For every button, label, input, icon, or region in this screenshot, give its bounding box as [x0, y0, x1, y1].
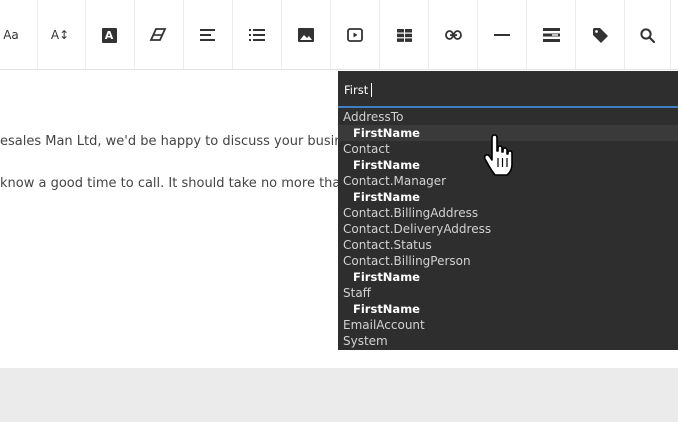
- toolbar-divider: [134, 0, 135, 69]
- align-left-icon: [200, 29, 215, 41]
- font-size-icon: Aa: [3, 28, 19, 42]
- merge-field-icon: [542, 28, 560, 42]
- toolbar-divider: [85, 0, 86, 69]
- image-icon: [298, 28, 314, 42]
- list-item[interactable]: AddressTo: [338, 109, 678, 125]
- list-item[interactable]: FirstName: [338, 301, 678, 317]
- toolbar-divider: [330, 0, 331, 69]
- list-button[interactable]: [245, 22, 269, 48]
- list-item[interactable]: FirstName: [338, 269, 678, 285]
- editor-text-line: esales Man Ltd, we'd be happy to discuss…: [0, 134, 343, 149]
- toolbar-divider: [624, 0, 625, 69]
- eraser-icon: [149, 28, 167, 41]
- tag-button[interactable]: [588, 22, 612, 48]
- hand-cursor-icon: [483, 134, 513, 176]
- editor-toolbar: Aa A↕ A: [0, 0, 678, 70]
- search-icon: [639, 27, 655, 43]
- align-button[interactable]: [196, 22, 220, 48]
- horizontal-line-icon: [494, 34, 510, 36]
- line-height-icon: A↕: [50, 28, 70, 42]
- line-height-button[interactable]: A↕: [47, 22, 73, 48]
- table-icon: [396, 28, 412, 42]
- toolbar-divider: [575, 0, 576, 69]
- list-item[interactable]: FirstName: [338, 189, 678, 205]
- toolbar-divider: [670, 0, 671, 69]
- list-item[interactable]: Contact.BillingPerson: [338, 253, 678, 269]
- toolbar-divider: [379, 0, 380, 69]
- text-color-button[interactable]: A: [98, 22, 120, 48]
- editor-text-line: know a good time to call. It should take…: [0, 176, 341, 191]
- toolbar-divider: [37, 0, 38, 69]
- toolbar-divider: [281, 0, 282, 69]
- list-item[interactable]: Contact.DeliveryAddress: [338, 221, 678, 237]
- insert-table-button[interactable]: [392, 22, 416, 48]
- clear-format-button[interactable]: [146, 22, 170, 48]
- toolbar-divider: [183, 0, 184, 69]
- toolbar-divider: [477, 0, 478, 69]
- toolbar-divider: [526, 0, 527, 69]
- list-item[interactable]: Staff: [338, 285, 678, 301]
- insert-field-button[interactable]: [539, 22, 563, 48]
- insert-video-button[interactable]: [343, 22, 367, 48]
- list-item[interactable]: System: [338, 333, 678, 349]
- field-search-box: [338, 71, 678, 108]
- merge-field-dropdown: AddressTo FirstName Contact FirstName Co…: [338, 71, 678, 350]
- horizontal-rule-button[interactable]: [490, 22, 514, 48]
- link-icon: [444, 30, 462, 40]
- font-size-button[interactable]: Aa: [0, 22, 22, 48]
- insert-image-button[interactable]: [294, 22, 318, 48]
- list-item[interactable]: Contact.Status: [338, 237, 678, 253]
- list-item[interactable]: EmailAccount: [338, 317, 678, 333]
- video-icon: [347, 28, 363, 42]
- toolbar-divider: [232, 0, 233, 69]
- list-item[interactable]: Contact.BillingAddress: [338, 205, 678, 221]
- search-button[interactable]: [635, 22, 659, 48]
- list-icon: [249, 29, 265, 41]
- toolbar-divider: [428, 0, 429, 69]
- text-caret: [371, 83, 372, 97]
- insert-link-button[interactable]: [441, 22, 465, 48]
- field-search-input[interactable]: [344, 79, 664, 101]
- tag-icon: [592, 27, 608, 43]
- text-color-icon: A: [101, 27, 117, 43]
